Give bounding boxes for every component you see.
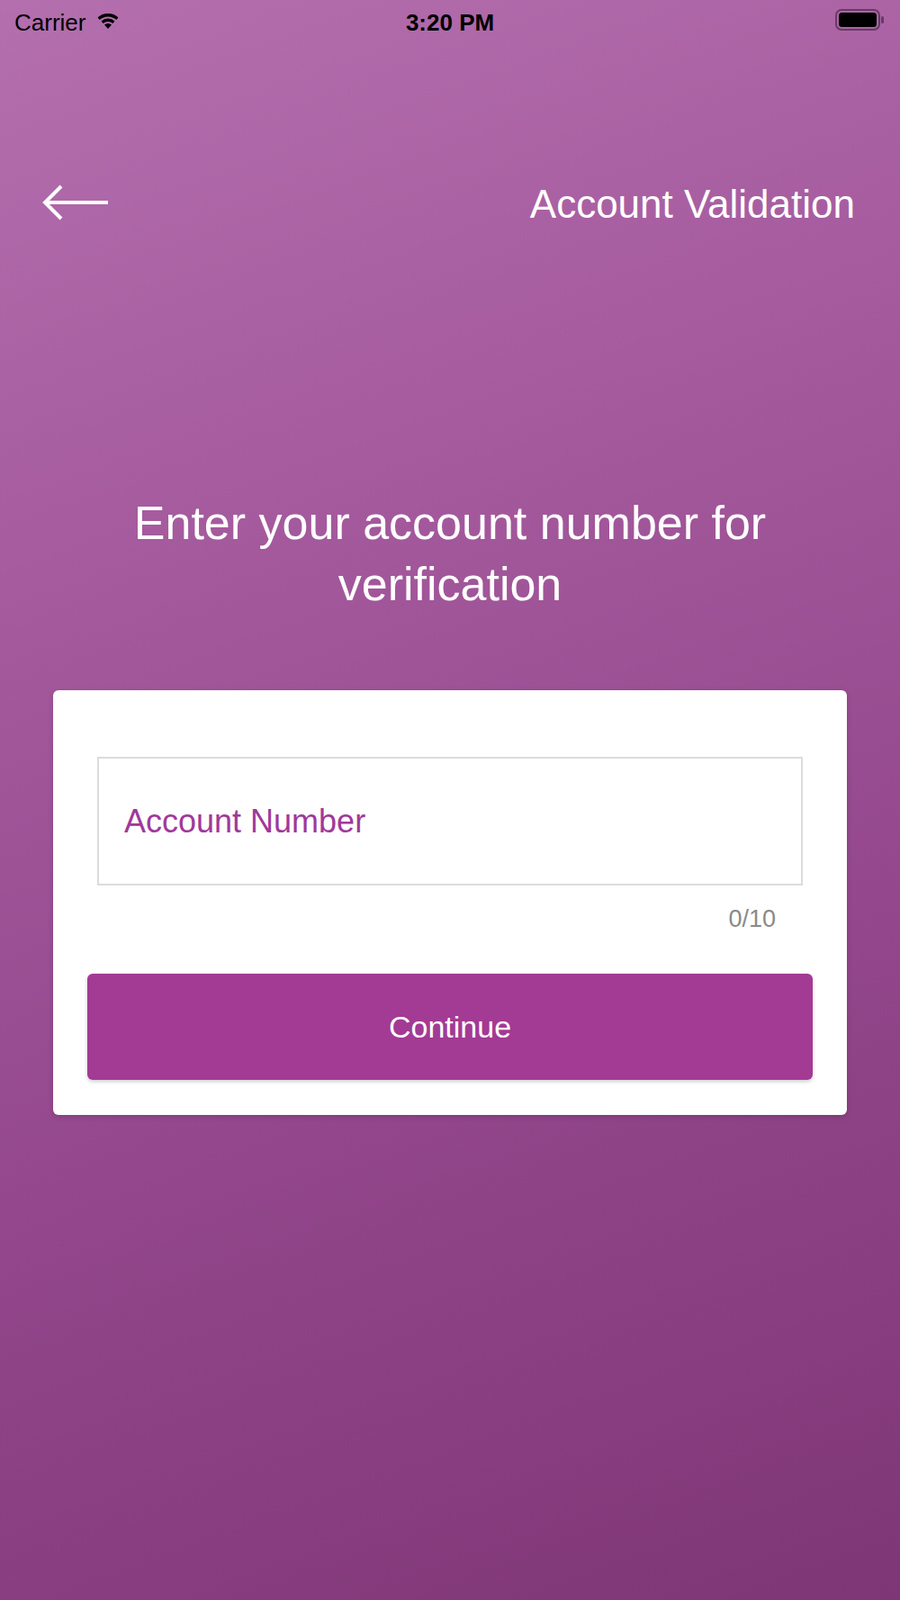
field-wrapper: 0/10 — [97, 756, 803, 938]
account-number-input[interactable] — [97, 756, 803, 886]
account-validation-screen: Carrier 3:20 PM Account Validation Enter yo… — [0, 0, 900, 1600]
form-card: 0/10 Continue — [53, 690, 847, 1116]
carrier-label: Carrier — [14, 9, 86, 37]
character-counter: 0/10 — [97, 885, 803, 938]
back-arrow-icon[interactable] — [41, 182, 110, 226]
time-label: 3:20 PM — [305, 9, 596, 37]
status-left: Carrier — [14, 9, 306, 37]
screen-title: Account Validation — [530, 181, 855, 227]
status-right — [594, 8, 886, 38]
continue-button[interactable]: Continue — [87, 973, 813, 1080]
header-bar: Account Validation — [0, 175, 900, 234]
instruction-heading: Enter your account number for verificati… — [126, 492, 774, 615]
status-bar: Carrier 3:20 PM — [0, 0, 900, 45]
battery-icon — [835, 8, 886, 38]
wifi-icon — [94, 9, 122, 37]
